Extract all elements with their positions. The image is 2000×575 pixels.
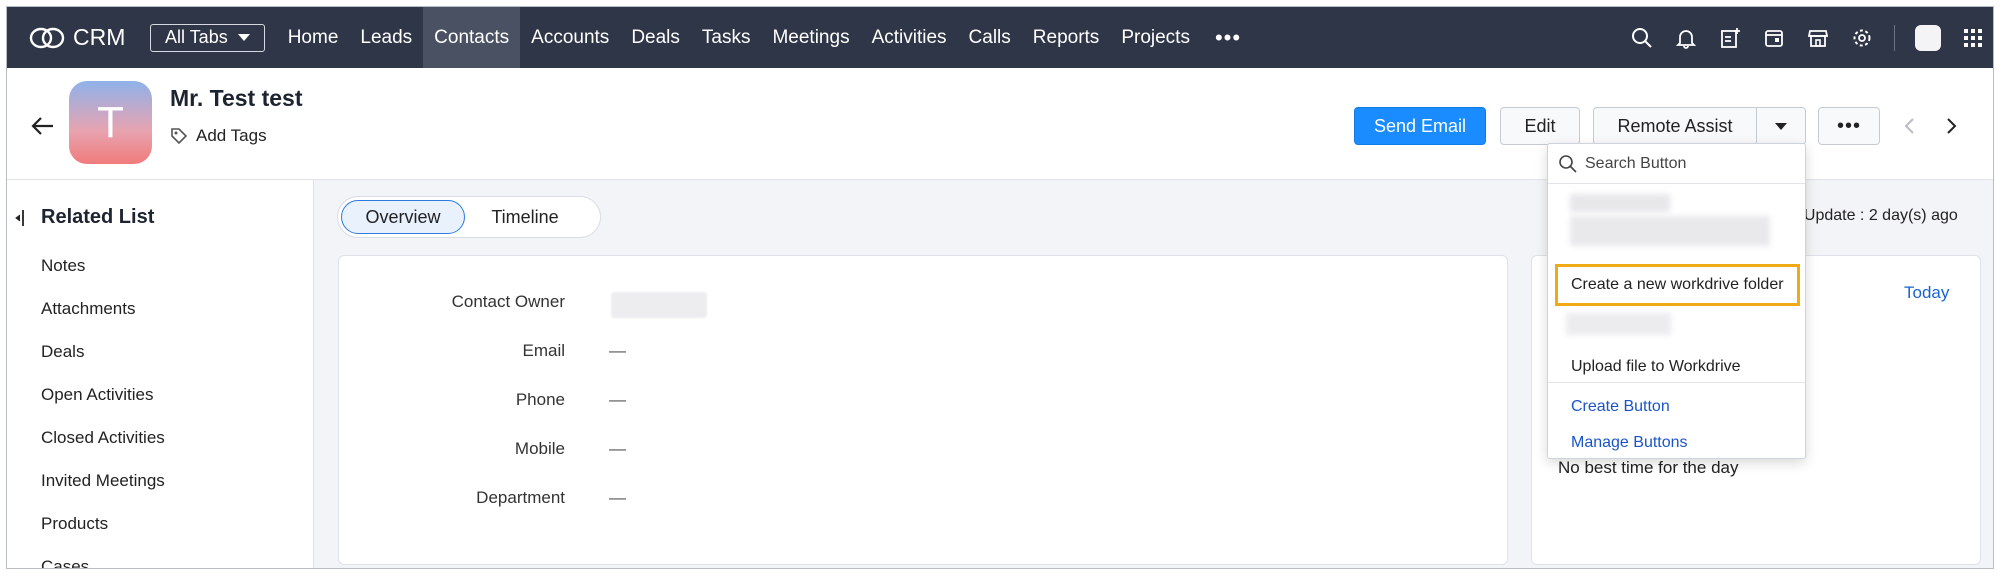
bell-icon[interactable] bbox=[1664, 27, 1708, 49]
related-list-header[interactable]: Related List bbox=[15, 206, 154, 229]
more-actions-dropdown-toggle[interactable] bbox=[1756, 107, 1806, 145]
crm-logo[interactable]: CRM bbox=[29, 24, 134, 51]
tab-home[interactable]: Home bbox=[277, 7, 350, 68]
tab-overview[interactable]: Overview bbox=[341, 200, 465, 234]
field-contact-owner: Contact Owner bbox=[339, 292, 1509, 316]
tab-projects[interactable]: Projects bbox=[1110, 7, 1201, 68]
tab-reports[interactable]: Reports bbox=[1022, 7, 1111, 68]
remote-assist-button[interactable]: Remote Assist bbox=[1593, 107, 1757, 145]
crm-window: CRM All Tabs Home Leads Contacts Account… bbox=[6, 6, 1994, 569]
field-value[interactable]: — bbox=[609, 488, 626, 508]
tab-tasks[interactable]: Tasks bbox=[691, 7, 762, 68]
field-value[interactable]: — bbox=[609, 439, 626, 459]
search-icon[interactable] bbox=[1620, 27, 1664, 49]
field-phone: Phone — bbox=[339, 390, 1509, 414]
tag-icon bbox=[171, 128, 188, 145]
tab-contacts[interactable]: Contacts bbox=[423, 7, 521, 68]
crm-logo-icon bbox=[29, 27, 65, 48]
menu-item-create-workdrive-folder[interactable]: Create a new workdrive folder bbox=[1571, 276, 1784, 294]
all-tabs-label: All Tabs bbox=[165, 27, 228, 47]
field-mobile: Mobile — bbox=[339, 439, 1509, 463]
tab-leads[interactable]: Leads bbox=[349, 7, 423, 68]
field-value[interactable]: — bbox=[609, 390, 626, 410]
related-item-closed-activities[interactable]: Closed Activities bbox=[41, 428, 165, 448]
contact-avatar[interactable]: T bbox=[69, 81, 152, 164]
field-label: Department bbox=[476, 488, 565, 507]
last-update-text: st Update : 2 day(s) ago bbox=[1787, 207, 1958, 224]
nav-divider bbox=[1894, 24, 1895, 51]
related-list-sidebar: Related List Notes Attachments Deals Ope… bbox=[7, 180, 314, 568]
marketplace-icon[interactable] bbox=[1796, 27, 1840, 49]
chevron-down-icon bbox=[1775, 122, 1787, 130]
apps-grid-icon[interactable] bbox=[1951, 27, 1993, 49]
edit-button[interactable]: Edit bbox=[1500, 107, 1580, 145]
chevron-down-icon bbox=[237, 34, 250, 41]
dropdown-search bbox=[1548, 144, 1805, 184]
best-time-message: No best time for the day bbox=[1558, 458, 1739, 477]
calendar-icon[interactable] bbox=[1752, 27, 1796, 49]
redacted-menu-item[interactable] bbox=[1570, 194, 1670, 212]
more-options-button[interactable]: ••• bbox=[1818, 107, 1880, 145]
previous-record-icon[interactable] bbox=[1900, 116, 1920, 136]
add-tags-button[interactable]: Add Tags bbox=[170, 126, 267, 146]
more-tabs-button[interactable]: ••• bbox=[1201, 7, 1255, 68]
record-name: Mr. Test test bbox=[170, 85, 303, 111]
search-icon bbox=[1559, 154, 1577, 173]
remote-assist-dropdown-menu: Create a new workdrive folder Upload fil… bbox=[1547, 143, 1806, 459]
tab-deals[interactable]: Deals bbox=[620, 7, 691, 68]
nav-utility-icons bbox=[1620, 7, 1993, 68]
related-list-title: Related List bbox=[41, 206, 155, 228]
top-nav-bar: CRM All Tabs Home Leads Contacts Account… bbox=[7, 7, 1993, 68]
manage-buttons-link[interactable]: Manage Buttons bbox=[1571, 434, 1688, 452]
field-value[interactable]: — bbox=[609, 341, 626, 361]
app-name: CRM bbox=[73, 24, 126, 50]
field-label: Email bbox=[522, 341, 565, 360]
all-tabs-button[interactable]: All Tabs bbox=[150, 23, 265, 52]
module-tabs: Home Leads Contacts Accounts Deals Tasks… bbox=[277, 7, 1255, 68]
menu-divider bbox=[1548, 382, 1805, 383]
related-item-cases[interactable]: Cases bbox=[41, 557, 89, 568]
field-email: Email — bbox=[339, 341, 1509, 365]
tab-calls[interactable]: Calls bbox=[958, 7, 1022, 68]
field-label: Mobile bbox=[514, 439, 565, 458]
view-toggle: Overview Timeline bbox=[337, 196, 601, 238]
collapse-sidebar-icon[interactable] bbox=[15, 209, 25, 227]
field-label: Contact Owner bbox=[451, 292, 565, 311]
next-record-icon[interactable] bbox=[1941, 116, 1961, 136]
related-item-attachments[interactable]: Attachments bbox=[41, 299, 136, 319]
related-item-products[interactable]: Products bbox=[41, 514, 108, 534]
related-item-deals[interactable]: Deals bbox=[41, 342, 84, 362]
contact-details-card: Contact Owner Email — Phone — Mobile — D… bbox=[338, 255, 1508, 565]
related-item-invited-meetings[interactable]: Invited Meetings bbox=[41, 471, 165, 491]
related-item-open-activities[interactable]: Open Activities bbox=[41, 385, 153, 405]
back-arrow-icon[interactable] bbox=[31, 116, 55, 136]
gear-icon[interactable] bbox=[1840, 27, 1884, 49]
user-avatar[interactable] bbox=[1915, 24, 1941, 51]
contact-owner-value-redacted bbox=[611, 292, 707, 318]
redacted-menu-item[interactable] bbox=[1570, 216, 1770, 246]
menu-item-upload-file-workdrive[interactable]: Upload file to Workdrive bbox=[1571, 358, 1741, 376]
related-item-notes[interactable]: Notes bbox=[41, 256, 85, 276]
tab-accounts[interactable]: Accounts bbox=[520, 7, 620, 68]
avatar-letter: T bbox=[97, 97, 124, 147]
add-note-icon[interactable] bbox=[1708, 27, 1752, 49]
tab-timeline[interactable]: Timeline bbox=[465, 200, 585, 234]
add-tags-label: Add Tags bbox=[196, 126, 267, 145]
tab-activities[interactable]: Activities bbox=[861, 7, 958, 68]
today-link[interactable]: Today bbox=[1904, 283, 1949, 303]
field-department: Department — bbox=[339, 488, 1509, 512]
redacted-menu-item[interactable] bbox=[1566, 313, 1671, 335]
field-label: Phone bbox=[515, 390, 565, 409]
send-email-button[interactable]: Send Email bbox=[1354, 107, 1486, 145]
search-button-input[interactable] bbox=[1585, 154, 1785, 173]
create-button-link[interactable]: Create Button bbox=[1571, 398, 1670, 416]
tab-meetings[interactable]: Meetings bbox=[761, 7, 860, 68]
